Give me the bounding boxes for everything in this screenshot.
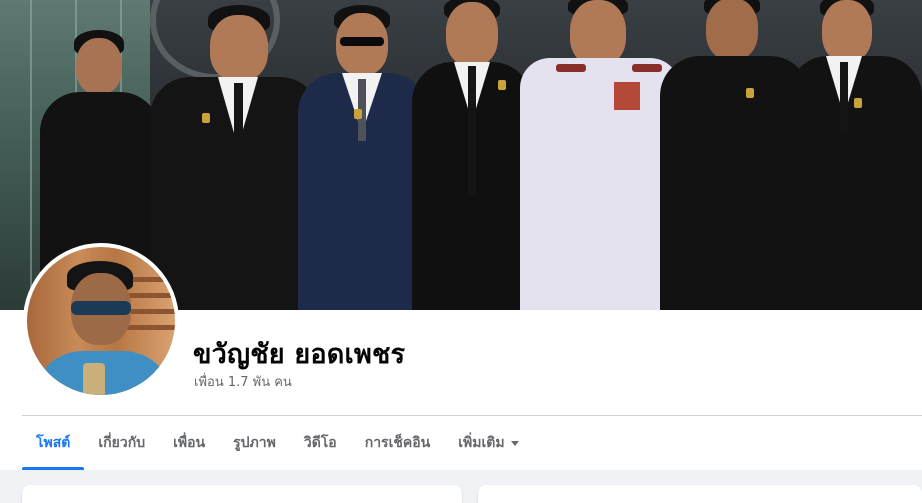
tab-friends[interactable]: เพื่อน: [159, 416, 219, 470]
phone-icon: [83, 363, 105, 395]
tab-about[interactable]: เกี่ยวกับ: [84, 416, 159, 470]
profile-name: ขวัญชัย ยอดเพชร: [193, 339, 406, 370]
cover-person: [412, 0, 532, 310]
cover-person: [788, 0, 922, 310]
profile-avatar[interactable]: [23, 243, 179, 399]
friends-count[interactable]: เพื่อน 1.7 พัน คน: [194, 371, 292, 392]
intro-panel: [22, 485, 462, 503]
tab-posts[interactable]: โพสต์: [22, 416, 85, 470]
posts-panel: [478, 485, 922, 503]
tab-more[interactable]: เพิ่มเติม: [444, 416, 532, 470]
tab-checkins[interactable]: การเช็คอิน: [351, 416, 445, 470]
tab-videos[interactable]: วิดีโอ: [290, 416, 351, 470]
cover-person: [150, 5, 320, 310]
caret-down-icon: [510, 440, 519, 446]
cover-person: [298, 5, 428, 310]
cover-person: [520, 0, 680, 310]
tab-photos[interactable]: รูปภาพ: [219, 416, 290, 470]
profile-tabs: โพสต์ เกี่ยวกับ เพื่อน รูปภาพ วิดีโอ การ…: [22, 416, 533, 470]
